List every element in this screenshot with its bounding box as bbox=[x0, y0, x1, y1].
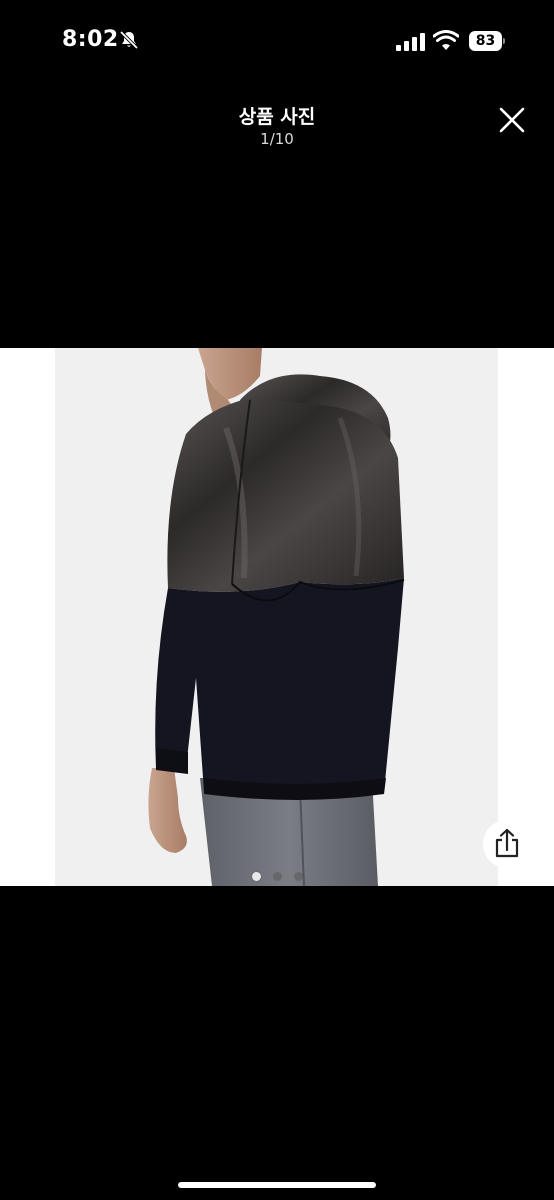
pager-dot[interactable] bbox=[272, 872, 282, 881]
pager-dot[interactable] bbox=[293, 872, 303, 881]
mute-bell-icon bbox=[119, 30, 139, 50]
product-photo[interactable] bbox=[0, 348, 554, 886]
cellular-signal-icon bbox=[396, 33, 425, 51]
status-time: 8:02 bbox=[62, 27, 119, 52]
photo-pager bbox=[0, 872, 554, 884]
status-bar: 8:02 83 bbox=[0, 0, 554, 80]
viewer-title: 상품 사진 bbox=[238, 106, 316, 128]
viewer-header: 상품 사진 1/10 bbox=[0, 96, 554, 156]
close-icon[interactable] bbox=[492, 100, 532, 140]
pager-dot-active[interactable] bbox=[251, 872, 261, 881]
battery-cap bbox=[503, 38, 505, 44]
product-photo-frame[interactable] bbox=[0, 348, 554, 886]
photo-counter: 1/10 bbox=[260, 130, 294, 148]
home-indicator[interactable] bbox=[178, 1182, 376, 1188]
share-icon[interactable] bbox=[483, 820, 531, 868]
battery-level: 83 bbox=[469, 31, 502, 51]
wifi-icon bbox=[433, 30, 459, 50]
photo-viewer-screen: 8:02 83 상품 사진 1/10 bbox=[0, 0, 554, 1200]
battery-icon: 83 bbox=[469, 31, 505, 51]
